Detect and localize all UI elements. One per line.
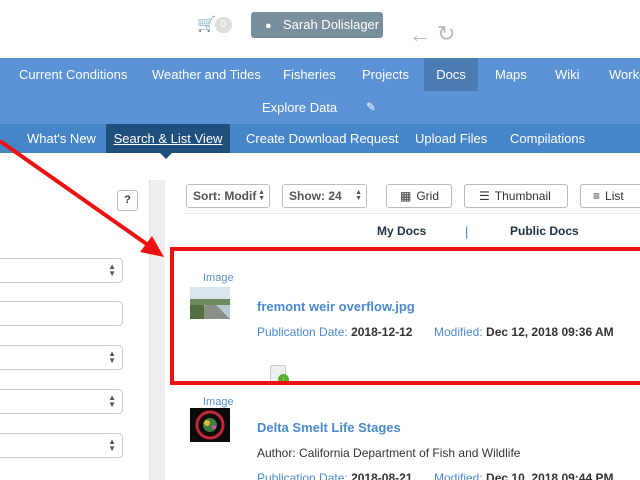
modified-date-value: Dec 10, 2018 09:44 PM: [486, 471, 614, 480]
doc-title-link[interactable]: Delta Smelt Life Stages: [257, 420, 401, 435]
list-item: Image Delta Smelt Life Stages Author: Ca…: [178, 396, 640, 480]
list-view-label: List: [605, 189, 624, 203]
help-button[interactable]: ?: [117, 190, 138, 211]
cart-count-badge: 0: [215, 17, 232, 33]
grid-view-label: Grid: [416, 189, 440, 203]
subnav-item-create-download-request[interactable]: Create Download Request: [246, 124, 398, 153]
select-arrows-icon: ▲ ▼: [108, 393, 116, 409]
publication-date-value: 2018-08-21: [351, 471, 413, 480]
list-icon: ≡: [593, 189, 601, 203]
filter-select-1[interactable]: ▲ ▼: [0, 258, 123, 283]
nav-item-projects[interactable]: Projects: [362, 58, 409, 91]
toolbar-divider: [185, 213, 640, 214]
select-arrows-icon: ▲ ▼: [108, 349, 116, 365]
publication-date: Publication Date: 2018-08-21: [257, 471, 412, 480]
thumbnail-list-icon: ☰: [479, 189, 490, 203]
modified-date: Modified: Dec 10, 2018 09:44 PM: [434, 471, 613, 480]
active-tab-caret: [160, 153, 172, 159]
panel-divider: [150, 180, 165, 480]
thumbnail-view-label: Thumbnail: [494, 189, 551, 203]
nav-item-wiki[interactable]: Wiki: [555, 58, 580, 91]
doc-type-label: Image: [203, 396, 234, 408]
nav-item-docs[interactable]: Docs: [424, 58, 478, 91]
subnav-item-upload-files[interactable]: Upload Files: [415, 124, 487, 153]
tab-my-docs[interactable]: My Docs: [377, 224, 426, 238]
sort-select-label: Sort: Modif: [193, 189, 257, 203]
filter-select-4[interactable]: ▲ ▼: [0, 433, 123, 458]
list-view-button[interactable]: ≡ List: [580, 184, 640, 208]
filter-input[interactable]: [0, 301, 123, 326]
doc-author: Author: California Department of Fish an…: [257, 446, 521, 460]
modified-date-label: Modified:: [434, 471, 483, 480]
sort-select[interactable]: Sort: Modif ▲ ▼: [186, 184, 270, 208]
filter-panel: ? ▲ ▼ ▲ ▼ ▲ ▼ ▲ ▼: [0, 180, 150, 480]
user-icon: ●: [265, 20, 272, 32]
doc-thumbnail[interactable]: [190, 408, 230, 442]
nav-item-workgroups[interactable]: Workg: [609, 58, 640, 91]
user-menu-button[interactable]: ● Sarah Dolislager: [251, 12, 383, 38]
select-arrows-icon: ▲ ▼: [258, 189, 265, 202]
cart[interactable]: 🛒 0: [197, 15, 237, 35]
tab-public-docs[interactable]: Public Docs: [510, 224, 579, 238]
top-bar: 🛒 0 ● Sarah Dolislager ← ↻: [0, 0, 640, 58]
show-count-label: Show: 24: [289, 189, 342, 203]
nav-item-maps[interactable]: Maps: [495, 58, 527, 91]
select-arrows-icon: ▲ ▼: [355, 189, 362, 202]
filter-select-2[interactable]: ▲ ▼: [0, 345, 123, 370]
grid-icon: ▦: [400, 189, 412, 203]
user-name: Sarah Dolislager: [283, 17, 380, 32]
subnav-item-search-list-view[interactable]: Search & List View: [106, 124, 230, 153]
nav-item-fisheries[interactable]: Fisheries: [283, 58, 336, 91]
highlight-box: [170, 247, 640, 385]
show-count-select[interactable]: Show: 24 ▲ ▼: [282, 184, 367, 208]
sub-nav: What's New Search & List View Create Dow…: [0, 124, 640, 159]
subnav-item-compilations[interactable]: Compilations: [510, 124, 585, 153]
subnav-item-whats-new[interactable]: What's New: [27, 124, 96, 153]
refresh-icon[interactable]: ↻: [437, 23, 455, 45]
tab-separator: |: [465, 224, 469, 239]
arrow-left-icon[interactable]: ←: [409, 24, 431, 46]
thumbnail-view-button[interactable]: ☰ Thumbnail: [464, 184, 568, 208]
nav-item-current-conditions[interactable]: Current Conditions: [19, 58, 127, 91]
filter-select-3[interactable]: ▲ ▼: [0, 389, 123, 414]
nav-item-weather-and-tides[interactable]: Weather and Tides: [152, 58, 261, 91]
edit-icon[interactable]: ✎: [366, 91, 376, 124]
grid-view-button[interactable]: ▦ Grid: [386, 184, 452, 208]
publication-date-label: Publication Date:: [257, 471, 348, 480]
shopping-basket-icon[interactable]: 🛒: [197, 16, 216, 34]
nav-item-explore-data[interactable]: Explore Data: [262, 91, 337, 124]
select-arrows-icon: ▲ ▼: [108, 262, 116, 278]
main-nav: Current Conditions Weather and Tides Fis…: [0, 58, 640, 124]
select-arrows-icon: ▲ ▼: [108, 437, 116, 453]
